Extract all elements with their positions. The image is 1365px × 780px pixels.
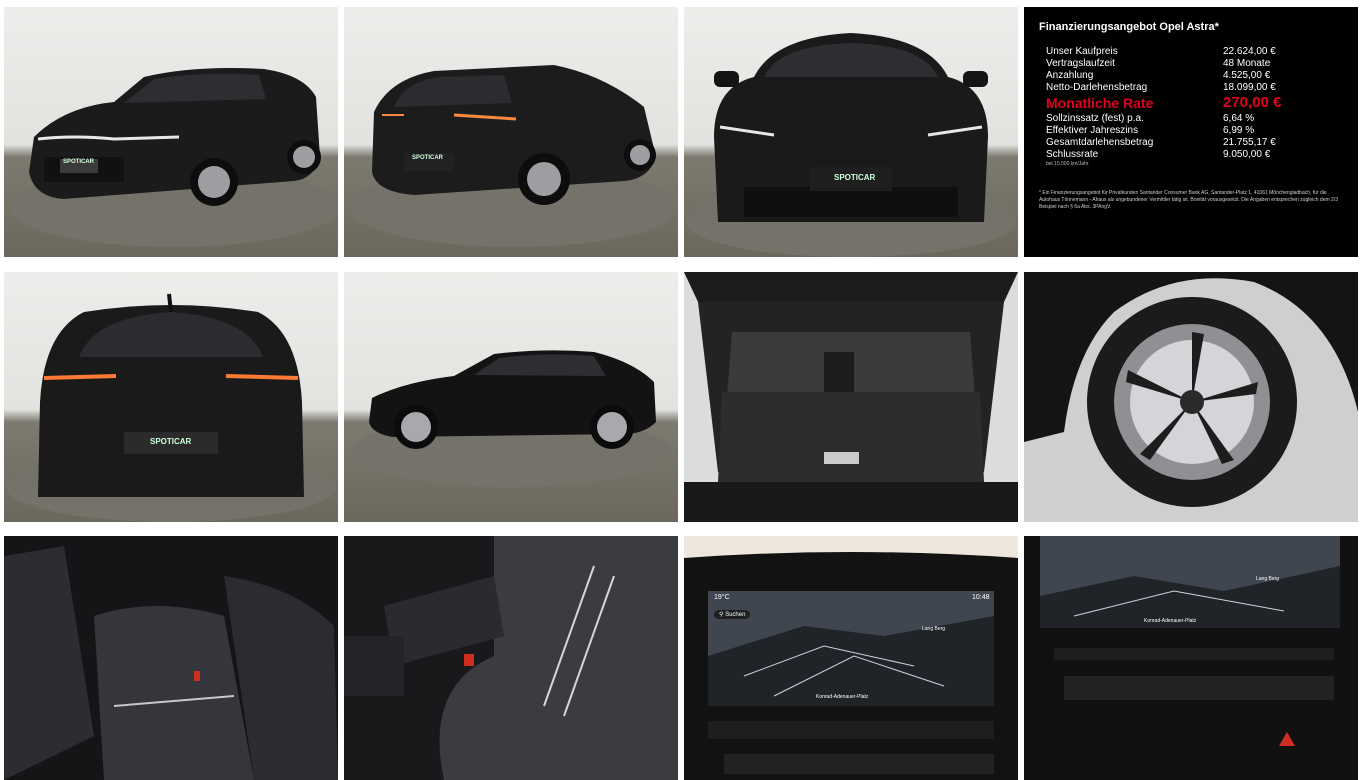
- finance-footnote: * Ein Finanzierungsangebot für Privatkun…: [1039, 190, 1338, 210]
- monthly-rate-row: Monatliche Rate 270,00 €: [1046, 94, 1282, 111]
- map-area-label: Lang Berg: [1256, 576, 1280, 582]
- search-icon: ⚲: [719, 612, 724, 618]
- finance-row: Sollzinssatz (fest) p.a. 6,64 %: [1046, 113, 1255, 124]
- finance-row: Vertragslaufzeit 48 Monate: [1046, 58, 1271, 69]
- car-photo: [349, 65, 678, 247]
- gallery-image-rear-seats[interactable]: [4, 536, 338, 780]
- license-plate-brand: SPOTICAR: [63, 159, 95, 165]
- finance-row: Schlussrate 9.050,00 €: [1046, 149, 1271, 160]
- gallery-image-front[interactable]: SPOTICAR: [684, 7, 1018, 257]
- gallery-image-rear-three-quarter[interactable]: SPOTICAR: [344, 7, 678, 257]
- gallery-image-side[interactable]: [344, 272, 678, 522]
- car-photo: [6, 293, 336, 522]
- gallery-image-trunk[interactable]: [684, 272, 1018, 522]
- car-photo: [684, 536, 1018, 780]
- finance-table: Unser Kaufpreis 22.624,00 € Vertragslaufz…: [1046, 46, 1281, 167]
- finance-row: Effektiver Jahreszins 6,99 %: [1046, 125, 1255, 136]
- nav-search-button[interactable]: ⚲ Suchen: [714, 610, 751, 619]
- search-label: Suchen: [725, 612, 746, 618]
- car-photo: [4, 536, 338, 780]
- map-area-label: Lang Berg: [922, 626, 946, 632]
- finance-title: Finanzierungsangebot Opel Astra*: [1039, 21, 1219, 33]
- finance-row: Anzahlung 4.525,00 €: [1046, 70, 1271, 81]
- finance-row: Netto-Darlehensbetrag 18.099,00 €: [1046, 82, 1276, 93]
- car-photo: [351, 350, 671, 487]
- gallery-image-wheel[interactable]: [1024, 272, 1358, 522]
- license-plate-brand: SPOTICAR: [834, 173, 876, 182]
- gallery-image-front-three-quarter[interactable]: SPOTICAR: [4, 7, 338, 257]
- car-photo: [684, 272, 1018, 522]
- car-photo: [686, 33, 1016, 257]
- license-plate-brand: SPOTICAR: [412, 155, 444, 161]
- screen-temperature: 19°C: [714, 594, 730, 601]
- car-photo: [1024, 272, 1358, 507]
- gallery-image-navigation[interactable]: Konrad-Adenauer-Platz Lang Berg: [1024, 536, 1358, 780]
- screen-time: 10:48: [972, 594, 990, 601]
- car-photo: [1024, 536, 1358, 780]
- gallery-image-infotainment[interactable]: 19°C 10:48 ⚲ Suchen Konrad-Adenauer-Plat…: [684, 536, 1018, 780]
- map-street-label: Konrad-Adenauer-Platz: [816, 694, 869, 700]
- finance-row: Unser Kaufpreis 22.624,00 €: [1046, 46, 1276, 57]
- schlussrate-note: bei 15.000 km/Jahr: [1046, 161, 1089, 167]
- car-photo: [9, 68, 338, 247]
- gallery-image-finance-offer[interactable]: Finanzierungsangebot Opel Astra* Unser K…: [1024, 7, 1358, 257]
- license-plate-brand: SPOTICAR: [150, 437, 192, 446]
- gallery-image-rear[interactable]: SPOTICAR: [4, 272, 338, 522]
- map-street-label: Konrad-Adenauer-Platz: [1144, 618, 1197, 624]
- gallery-image-front-seat[interactable]: [344, 536, 678, 780]
- finance-row: Gesamtdarlehensbetrag 21.755,17 €: [1046, 137, 1276, 148]
- car-photo: [344, 536, 678, 780]
